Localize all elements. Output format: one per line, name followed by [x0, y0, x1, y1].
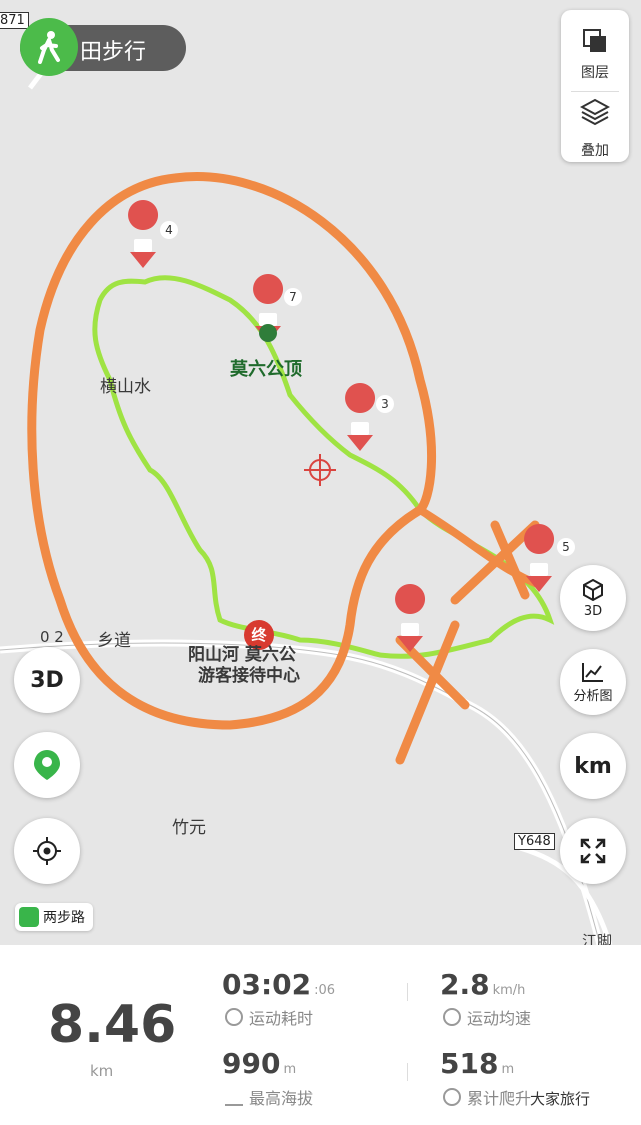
speed-label: 运动均速: [467, 1009, 532, 1028]
altitude-number: 990: [222, 1047, 281, 1080]
cube-icon: [583, 578, 603, 601]
layers-button[interactable]: 图层: [561, 18, 629, 88]
analysis-button[interactable]: 分析图: [560, 649, 626, 715]
photo-count-badge: 7: [284, 288, 302, 306]
3d-track-label: 3D: [583, 603, 603, 619]
3d-track-button[interactable]: 3D: [560, 565, 626, 631]
place-label: 江脚: [582, 932, 613, 945]
map-view[interactable]: 4 7 3 5 终 莫六公顶 横山水 0 2 乡道 阳山河 莫六公 游客接待中心…: [0, 0, 641, 945]
speed-caption: 运动均速: [443, 1005, 531, 1029]
duration-caption: 运动耗时: [225, 1005, 313, 1029]
altitude-value: 990 m: [222, 1047, 296, 1080]
place-label: 竹元: [172, 818, 206, 838]
distance-value: 8.46: [48, 995, 177, 1055]
climb-number: 518: [440, 1047, 499, 1080]
peak-label: 莫六公顶: [230, 359, 302, 380]
analysis-label: 分析图: [573, 688, 613, 704]
overlay-icon: [580, 98, 610, 126]
duration-seconds: :06: [314, 983, 336, 998]
place-label: 横山水: [100, 377, 151, 397]
speed-unit: km/h: [492, 983, 526, 998]
road-code-label: 871: [0, 12, 29, 29]
photo-count-badge: 5: [557, 538, 575, 556]
road-label: 乡道: [97, 631, 131, 651]
fullscreen-icon: [580, 838, 606, 864]
photo-pin: [128, 200, 555, 652]
divider: [407, 1063, 408, 1081]
speed-number: 2.8: [440, 968, 490, 1001]
app-logo-icon: [19, 907, 39, 927]
footprint-icon: [34, 750, 60, 780]
stopwatch-icon: [225, 1008, 243, 1026]
footprint-button[interactable]: [14, 732, 80, 798]
divider: [407, 983, 408, 1001]
3d-view-button[interactable]: 3D: [14, 647, 80, 713]
mountain-icon: [225, 1088, 243, 1106]
overlay-button[interactable]: 叠加: [561, 92, 629, 162]
altitude-caption: 最高海拔: [225, 1085, 313, 1109]
layers-label: 图层: [581, 65, 609, 81]
map-canvas: [0, 53, 613, 945]
layers-icon: [583, 29, 606, 52]
layer-panel: 图层 叠加: [561, 10, 629, 162]
road-fragment-label: 0 2: [40, 628, 64, 646]
overlay-label: 叠加: [581, 143, 609, 159]
photo-count-badge: 3: [376, 395, 394, 413]
climb-unit: m: [501, 1062, 515, 1077]
route-track: [92, 275, 555, 659]
locate-icon: [33, 837, 61, 865]
annotation-cross: [450, 520, 540, 605]
duration-main: 03:02: [222, 968, 312, 1001]
climb-value: 518 m: [440, 1047, 514, 1080]
unit-button[interactable]: km: [560, 733, 626, 799]
road-code-label: Y648: [514, 833, 555, 850]
visitor-center-label: 游客接待中心: [198, 666, 300, 686]
altitude-unit: m: [283, 1062, 297, 1077]
watermark: 大家旅行: [530, 1090, 591, 1108]
walking-icon[interactable]: [20, 18, 78, 76]
3d-icon: 3D: [30, 667, 64, 693]
speed-value: 2.8 km/h: [440, 968, 525, 1001]
sport-mode-label: 田步行: [80, 40, 147, 65]
crosshair-icon: [304, 454, 336, 486]
line-chart-icon: [582, 662, 603, 682]
app-logo-chip: 两步路: [15, 903, 93, 931]
climb-label: 累计爬升: [467, 1089, 532, 1108]
app-logo-label: 两步路: [43, 910, 85, 926]
locate-button[interactable]: [14, 818, 80, 884]
distance-unit: km: [90, 1062, 114, 1080]
fullscreen-button[interactable]: [560, 818, 626, 884]
climb-icon: [443, 1088, 461, 1106]
altitude-label: 最高海拔: [249, 1089, 314, 1108]
photo-count-badge: 4: [160, 221, 178, 239]
speedometer-icon: [443, 1008, 461, 1026]
unit-label: km: [574, 753, 612, 779]
duration-value: 03:02:06: [222, 968, 335, 1001]
climb-caption: 累计爬升: [443, 1085, 531, 1109]
duration-label: 运动耗时: [249, 1009, 314, 1028]
